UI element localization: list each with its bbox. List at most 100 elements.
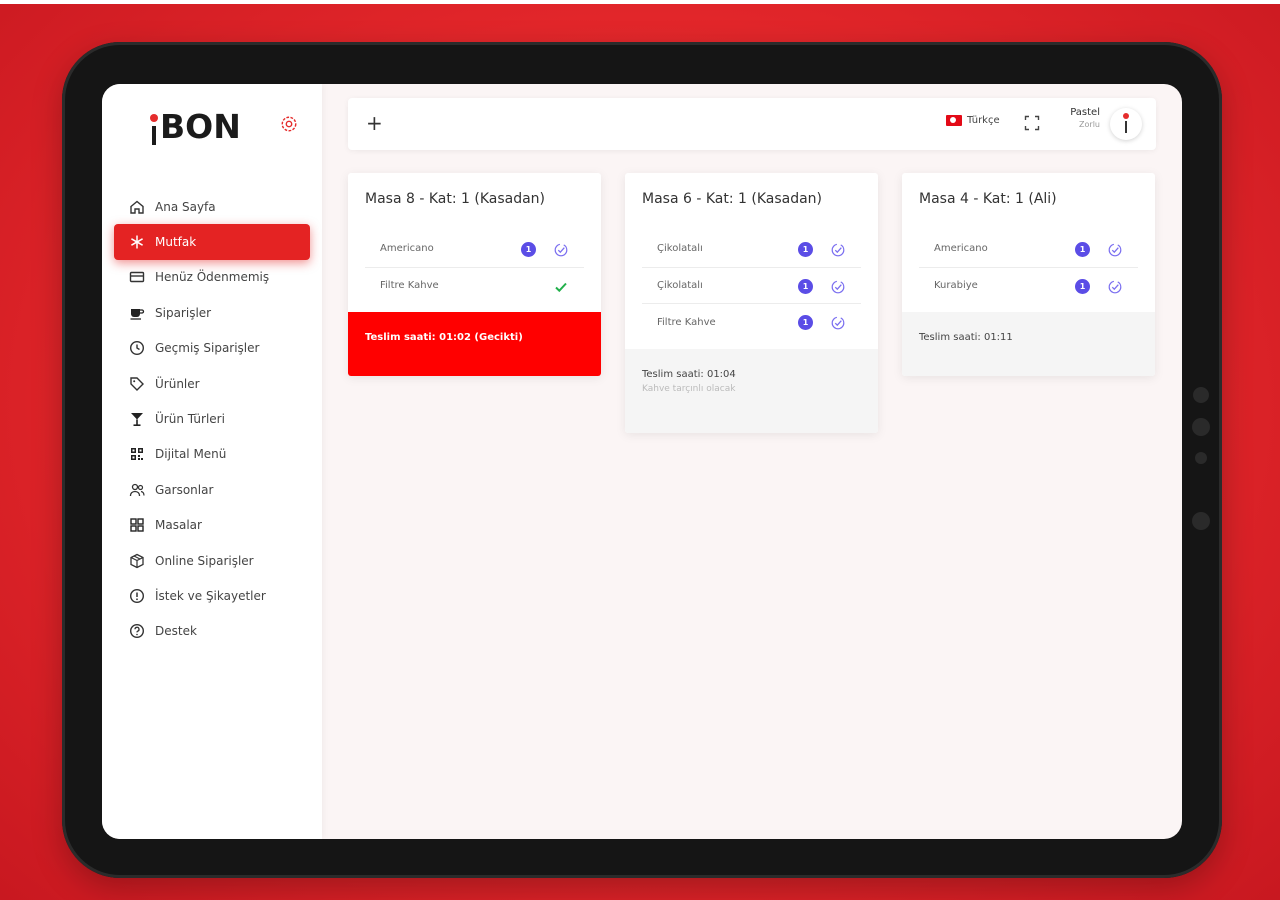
sidebar-item-label: Ürün Türleri [155,412,225,427]
camera-dot [1192,512,1210,530]
grid-icon [128,516,146,534]
order-item-list: Americano 1 Kurabiye 1 [902,231,1155,304]
order-item-name: Filtre Kahve [380,280,439,292]
app-screen: BON Ana Sayfa Mutfak Henüz Ödenmemiş Sip… [102,84,1182,839]
sidebar-item-label: Siparişler [155,305,212,320]
sidebar-item-mutfak[interactable]: Mutfak [114,224,310,260]
mark-ready-icon[interactable] [830,279,846,295]
users-icon [128,481,146,499]
tag-icon [128,375,146,393]
turkey-flag-icon [946,115,962,126]
order-item-list: Çikolatalı 1 Çikolatalı 1 Filtre Kahve 1 [625,231,878,341]
package-icon [128,552,146,570]
sidebar-item-masalar[interactable]: Masalar [114,508,310,543]
order-card-title: Masa 4 - Kat: 1 (Ali) [919,191,1057,207]
order-item-name: Americano [380,243,434,255]
delivery-time: Teslim saati: 01:02 (Gecikti) [365,332,523,343]
sidebar-item-garsonlar[interactable]: Garsonlar [114,472,310,507]
check-done-icon [555,282,567,292]
quantity-badge: 1 [1075,278,1090,294]
order-card: Masa 4 - Kat: 1 (Ali) Americano 1 Kurabi… [902,173,1155,376]
sidebar-item-label: Henüz Ödenmemiş [155,270,270,285]
cocktail-icon [128,410,146,428]
order-item-name: Filtre Kahve [657,316,716,328]
delivery-time: Teslim saati: 01:04 [642,368,736,380]
quantity-badge: 1 [798,242,813,257]
help-circle-icon [128,622,146,640]
sidebar-item-gecmis-siparisler[interactable]: Geçmiş Siparişler [114,331,310,366]
order-item: Çikolatalı 1 [642,268,861,304]
qr-code-icon [128,445,146,463]
order-card-title: Masa 6 - Kat: 1 (Kasadan) [642,191,823,207]
order-item: Americano 1 [919,231,1138,268]
quantity-badge: 1 [1075,242,1090,257]
sidebar-item-urunler[interactable]: Ürünler [114,366,310,401]
top-bar: + Türkçe Pastel Zorlu [348,98,1156,150]
order-card: Masa 6 - Kat: 1 (Kasadan) Çikolatalı 1 Ç… [625,173,878,433]
logo-text: BON [160,107,241,146]
user-role: Zorlu [1079,120,1100,129]
sidebar-item-siparisler[interactable]: Siparişler [114,295,310,330]
sidebar-item-henuz-odenmemis[interactable]: Henüz Ödenmemiş [114,260,310,295]
order-card-footer: Teslim saati: 01:11 [902,312,1155,376]
avatar[interactable] [1110,108,1142,140]
order-card-footer: Teslim saati: 01:02 (Gecikti) [348,312,601,376]
sidebar-item-label: Ürünler [155,376,200,391]
mark-ready-icon[interactable] [830,242,846,258]
order-card-footer: Teslim saati: 01:04 Kahve tarçınlı olaca… [625,348,878,433]
order-item-name: Americano [934,243,988,255]
sidebar-item-label: İstek ve Şikayetler [155,588,266,603]
mark-ready-icon[interactable] [830,315,846,331]
mark-ready-icon[interactable] [1107,242,1123,258]
mark-ready-icon[interactable] [1107,279,1123,295]
clock-icon [128,339,146,357]
language-label: Türkçe [967,115,1000,126]
coffee-icon [128,304,146,322]
sidebar-item-istek-sikayetler[interactable]: İstek ve Şikayetler [114,578,310,613]
alert-circle-icon [128,587,146,605]
order-card-title: Masa 8 - Kat: 1 (Kasadan) [365,191,546,207]
quantity-badge: 1 [798,315,813,330]
sidebar-item-label: Destek [155,624,197,639]
order-item: Kurabiye 1 [919,268,1138,305]
order-card: Masa 8 - Kat: 1 (Kasadan) Americano 1 Fi… [348,173,601,376]
sidebar-item-ana-sayfa[interactable]: Ana Sayfa [114,189,310,224]
order-item: Filtre Kahve 1 [642,304,861,341]
sidebar-item-destek[interactable]: Destek [114,614,310,649]
order-item-name: Kurabiye [934,280,978,292]
home-icon [128,198,146,216]
camera-dot [1193,387,1209,403]
fullscreen-icon[interactable] [1024,115,1040,131]
delivery-time: Teslim saati: 01:11 [919,332,1013,343]
camera-dot [1192,418,1210,436]
sidebar-item-dijital-menu[interactable]: Dijital Menü [114,437,310,472]
mark-ready-icon[interactable] [553,242,569,258]
order-item: Filtre Kahve [365,268,584,305]
snowflake-icon [128,233,146,251]
order-item: Americano 1 [365,231,584,268]
brand-logo[interactable]: BON [150,104,241,146]
order-item-list: Americano 1 Filtre Kahve [348,231,601,304]
sidebar-item-urun-turleri[interactable]: Ürün Türleri [114,401,310,436]
sidebar-item-label: Masalar [155,518,202,533]
sidebar-item-online-siparisler[interactable]: Online Siparişler [114,543,310,578]
page-top-strip [0,0,1280,4]
sidebar-item-label: Garsonlar [155,482,214,497]
order-item-name: Çikolatalı [657,279,703,291]
sidebar-item-label: Online Siparişler [155,553,254,568]
camera-dot [1195,452,1207,464]
user-info[interactable]: Pastel Zorlu [1062,107,1100,129]
sidebar-item-label: Geçmiş Siparişler [155,341,260,356]
user-name: Pastel [1070,107,1100,118]
add-button[interactable]: + [366,111,383,135]
order-item: Çikolatalı 1 [642,231,861,268]
quantity-badge: 1 [521,242,536,257]
language-selector[interactable]: Türkçe [946,115,1000,126]
order-item-name: Çikolatalı [657,243,703,255]
sidebar: BON Ana Sayfa Mutfak Henüz Ödenmemiş Sip… [102,84,322,839]
settings-icon[interactable] [280,115,298,133]
sidebar-item-label: Mutfak [155,235,197,250]
credit-card-icon [128,268,146,286]
quantity-badge: 1 [798,278,813,294]
sidebar-item-label: Ana Sayfa [155,199,216,214]
